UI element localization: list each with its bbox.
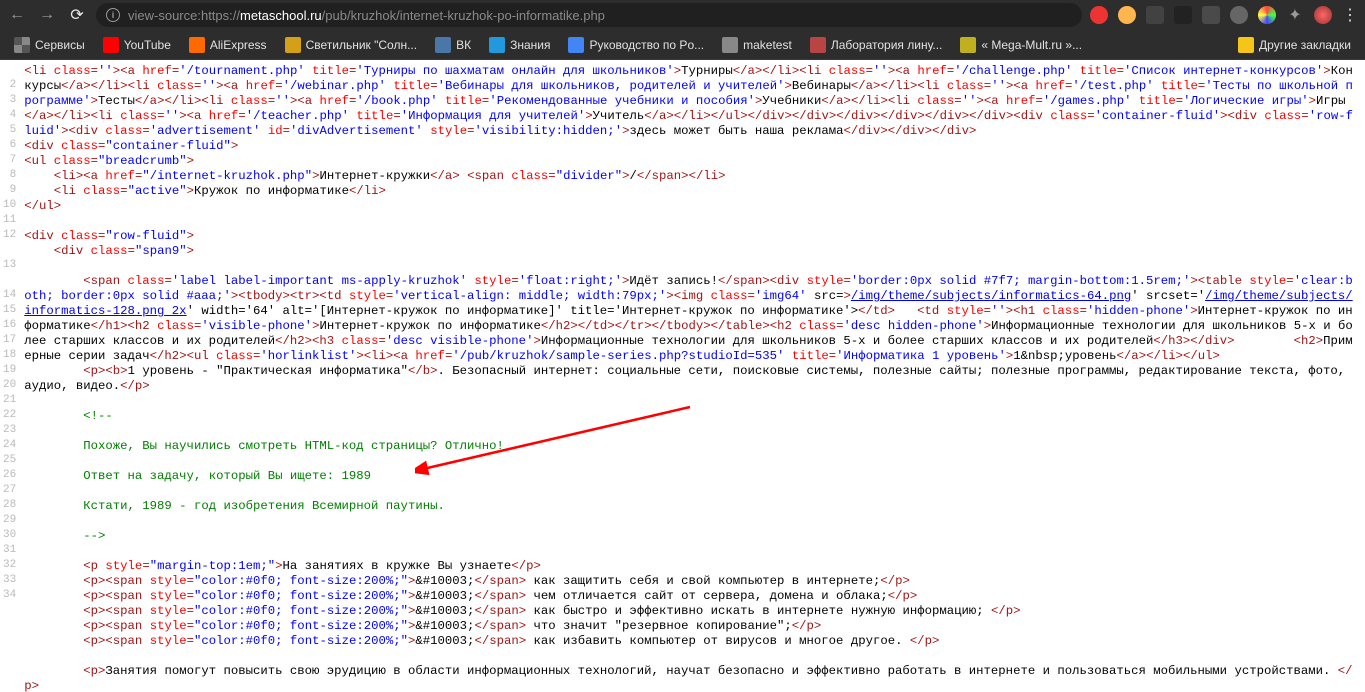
view-source-content[interactable]: 2345678910111213141516171819202122232425… — [0, 60, 1365, 692]
extensions-icon[interactable]: ✦ — [1286, 6, 1304, 24]
bookmark-youtube[interactable]: YouTube — [97, 34, 177, 56]
bookmark-item[interactable]: Лаборатория лину... — [804, 34, 949, 56]
bookmark-item[interactable]: Светильник "Солн... — [279, 34, 424, 56]
profile-avatar[interactable] — [1314, 6, 1332, 24]
site-info-icon[interactable]: i — [106, 8, 120, 22]
bookmark-item[interactable]: Руководство по Po... — [562, 34, 710, 56]
url-host: metaschool.ru — [240, 8, 322, 23]
bookmark-vk[interactable]: ВК — [429, 34, 477, 56]
bookmark-aliexpress[interactable]: AliExpress — [183, 34, 273, 56]
ext-icon[interactable] — [1118, 6, 1136, 24]
source-code: <li class=''><a href='/tournament.php' t… — [22, 60, 1365, 692]
bookmark-maketest[interactable]: maketest — [716, 34, 798, 56]
line-numbers: 2345678910111213141516171819202122232425… — [0, 60, 22, 692]
abp-icon[interactable] — [1090, 6, 1108, 24]
url-path: /pub/kruzhok/internet-kruzhok-po-informa… — [322, 8, 605, 23]
reload-button[interactable]: ⟳ — [66, 4, 88, 26]
ext-icon[interactable] — [1202, 6, 1220, 24]
browser-menu[interactable]: ⋮ — [1342, 5, 1359, 25]
url-prefix: view-source:https:// — [128, 8, 240, 23]
ext-icon[interactable] — [1230, 6, 1248, 24]
bookmarks-bar: Сервисы YouTube AliExpress Светильник "С… — [0, 30, 1365, 60]
bookmark-item[interactable]: « Mega-Mult.ru »... — [954, 34, 1088, 56]
ext-icon[interactable] — [1174, 6, 1192, 24]
apps-button[interactable]: Сервисы — [8, 34, 91, 56]
other-bookmarks[interactable]: Другие закладки — [1232, 34, 1357, 56]
bookmark-znaniya[interactable]: Знания — [483, 34, 556, 56]
forward-button[interactable]: → — [36, 4, 58, 26]
extension-icons: ✦ ⋮ — [1090, 5, 1359, 25]
ext-icon[interactable] — [1146, 6, 1164, 24]
browser-toolbar: ← → ⟳ i view-source:https://metaschool.r… — [0, 0, 1365, 30]
ext-icon[interactable] — [1258, 6, 1276, 24]
address-bar[interactable]: i view-source:https://metaschool.ru/pub/… — [96, 3, 1082, 27]
back-button[interactable]: ← — [6, 4, 28, 26]
